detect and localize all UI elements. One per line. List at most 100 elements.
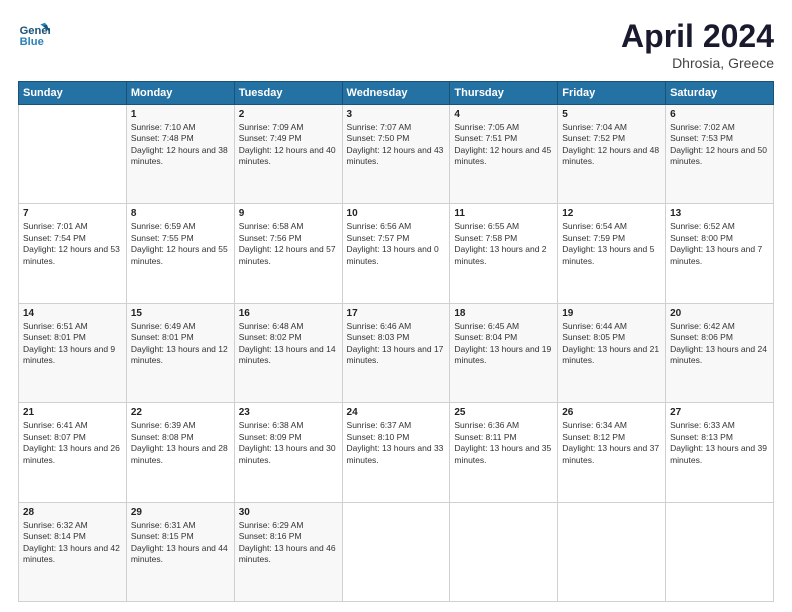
day-number: 3 xyxy=(347,109,446,120)
day-info: Sunrise: 7:07 AMSunset: 7:50 PMDaylight:… xyxy=(347,122,446,168)
calendar-cell: 21 Sunrise: 6:41 AMSunset: 8:07 PMDayligh… xyxy=(19,403,127,502)
column-header-thursday: Thursday xyxy=(450,82,558,105)
calendar-cell: 12 Sunrise: 6:54 AMSunset: 7:59 PMDayligh… xyxy=(558,204,666,303)
day-number: 17 xyxy=(347,308,446,319)
day-info: Sunrise: 7:02 AMSunset: 7:53 PMDaylight:… xyxy=(670,122,769,168)
calendar-cell: 9 Sunrise: 6:58 AMSunset: 7:56 PMDaylight… xyxy=(234,204,342,303)
day-info: Sunrise: 6:42 AMSunset: 8:06 PMDaylight:… xyxy=(670,321,769,367)
calendar-cell: 3 Sunrise: 7:07 AMSunset: 7:50 PMDaylight… xyxy=(342,105,450,204)
day-info: Sunrise: 6:38 AMSunset: 8:09 PMDaylight:… xyxy=(239,420,338,466)
day-number: 24 xyxy=(347,407,446,418)
day-number: 4 xyxy=(454,109,553,120)
day-info: Sunrise: 7:10 AMSunset: 7:48 PMDaylight:… xyxy=(131,122,230,168)
calendar-week-row: 7 Sunrise: 7:01 AMSunset: 7:54 PMDaylight… xyxy=(19,204,774,303)
column-header-tuesday: Tuesday xyxy=(234,82,342,105)
column-header-monday: Monday xyxy=(126,82,234,105)
column-header-saturday: Saturday xyxy=(666,82,774,105)
title-block: April 2024 Dhrosia, Greece xyxy=(621,18,774,71)
column-header-sunday: Sunday xyxy=(19,82,127,105)
svg-text:Blue: Blue xyxy=(20,36,44,48)
calendar-cell: 27 Sunrise: 6:33 AMSunset: 8:13 PMDayligh… xyxy=(666,403,774,502)
day-info: Sunrise: 6:46 AMSunset: 8:03 PMDaylight:… xyxy=(347,321,446,367)
day-number: 7 xyxy=(23,208,122,219)
calendar-cell xyxy=(19,105,127,204)
calendar-cell xyxy=(558,502,666,601)
calendar-cell: 19 Sunrise: 6:44 AMSunset: 8:05 PMDayligh… xyxy=(558,303,666,402)
day-info: Sunrise: 6:48 AMSunset: 8:02 PMDaylight:… xyxy=(239,321,338,367)
calendar-title: April 2024 xyxy=(621,18,774,55)
calendar-cell: 20 Sunrise: 6:42 AMSunset: 8:06 PMDayligh… xyxy=(666,303,774,402)
calendar-week-row: 21 Sunrise: 6:41 AMSunset: 8:07 PMDayligh… xyxy=(19,403,774,502)
day-number: 9 xyxy=(239,208,338,219)
day-number: 19 xyxy=(562,308,661,319)
day-number: 25 xyxy=(454,407,553,418)
day-info: Sunrise: 6:49 AMSunset: 8:01 PMDaylight:… xyxy=(131,321,230,367)
day-info: Sunrise: 6:54 AMSunset: 7:59 PMDaylight:… xyxy=(562,221,661,267)
calendar-header-row: SundayMondayTuesdayWednesdayThursdayFrid… xyxy=(19,82,774,105)
calendar-cell: 22 Sunrise: 6:39 AMSunset: 8:08 PMDayligh… xyxy=(126,403,234,502)
calendar-cell: 15 Sunrise: 6:49 AMSunset: 8:01 PMDayligh… xyxy=(126,303,234,402)
calendar-table: SundayMondayTuesdayWednesdayThursdayFrid… xyxy=(18,81,774,602)
page-header: General Blue April 2024 Dhrosia, Greece xyxy=(18,18,774,71)
day-number: 16 xyxy=(239,308,338,319)
calendar-cell xyxy=(342,502,450,601)
calendar-cell: 24Sunrise: 6:37 AMSunset: 8:10 PMDayligh… xyxy=(342,403,450,502)
day-info: Sunrise: 6:33 AMSunset: 8:13 PMDaylight:… xyxy=(670,420,769,466)
day-number: 21 xyxy=(23,407,122,418)
day-info: Sunrise: 6:31 AMSunset: 8:15 PMDaylight:… xyxy=(131,520,230,566)
day-number: 6 xyxy=(670,109,769,120)
calendar-cell: 30 Sunrise: 6:29 AMSunset: 8:16 PMDayligh… xyxy=(234,502,342,601)
day-number: 2 xyxy=(239,109,338,120)
calendar-cell: 14 Sunrise: 6:51 AMSunset: 8:01 PMDayligh… xyxy=(19,303,127,402)
calendar-cell: 6 Sunrise: 7:02 AMSunset: 7:53 PMDaylight… xyxy=(666,105,774,204)
day-number: 26 xyxy=(562,407,661,418)
day-number: 28 xyxy=(23,507,122,518)
day-number: 13 xyxy=(670,208,769,219)
day-number: 12 xyxy=(562,208,661,219)
calendar-week-row: 1 Sunrise: 7:10 AMSunset: 7:48 PMDaylight… xyxy=(19,105,774,204)
day-number: 5 xyxy=(562,109,661,120)
column-header-wednesday: Wednesday xyxy=(342,82,450,105)
day-info: Sunrise: 7:01 AMSunset: 7:54 PMDaylight:… xyxy=(23,221,122,267)
calendar-cell: 2 Sunrise: 7:09 AMSunset: 7:49 PMDaylight… xyxy=(234,105,342,204)
calendar-cell: 4 Sunrise: 7:05 AMSunset: 7:51 PMDaylight… xyxy=(450,105,558,204)
day-number: 22 xyxy=(131,407,230,418)
day-number: 14 xyxy=(23,308,122,319)
calendar-cell: 5 Sunrise: 7:04 AMSunset: 7:52 PMDaylight… xyxy=(558,105,666,204)
day-info: Sunrise: 6:45 AMSunset: 8:04 PMDaylight:… xyxy=(454,321,553,367)
day-info: Sunrise: 6:52 AMSunset: 8:00 PMDaylight:… xyxy=(670,221,769,267)
day-info: Sunrise: 6:29 AMSunset: 8:16 PMDaylight:… xyxy=(239,520,338,566)
calendar-cell: 18Sunrise: 6:45 AMSunset: 8:04 PMDayligh… xyxy=(450,303,558,402)
calendar-cell xyxy=(450,502,558,601)
logo: General Blue xyxy=(18,18,50,50)
day-info: Sunrise: 6:34 AMSunset: 8:12 PMDaylight:… xyxy=(562,420,661,466)
calendar-cell: 26 Sunrise: 6:34 AMSunset: 8:12 PMDayligh… xyxy=(558,403,666,502)
day-number: 23 xyxy=(239,407,338,418)
calendar-cell: 8Sunrise: 6:59 AMSunset: 7:55 PMDaylight… xyxy=(126,204,234,303)
day-info: Sunrise: 7:04 AMSunset: 7:52 PMDaylight:… xyxy=(562,122,661,168)
day-number: 10 xyxy=(347,208,446,219)
day-number: 29 xyxy=(131,507,230,518)
calendar-cell: 13 Sunrise: 6:52 AMSunset: 8:00 PMDayligh… xyxy=(666,204,774,303)
day-info: Sunrise: 6:41 AMSunset: 8:07 PMDaylight:… xyxy=(23,420,122,466)
calendar-cell: 29 Sunrise: 6:31 AMSunset: 8:15 PMDayligh… xyxy=(126,502,234,601)
day-info: Sunrise: 7:05 AMSunset: 7:51 PMDaylight:… xyxy=(454,122,553,168)
day-info: Sunrise: 6:58 AMSunset: 7:56 PMDaylight:… xyxy=(239,221,338,267)
day-info: Sunrise: 6:44 AMSunset: 8:05 PMDaylight:… xyxy=(562,321,661,367)
calendar-subtitle: Dhrosia, Greece xyxy=(621,55,774,71)
day-info: Sunrise: 6:51 AMSunset: 8:01 PMDaylight:… xyxy=(23,321,122,367)
calendar-cell: 25Sunrise: 6:36 AMSunset: 8:11 PMDayligh… xyxy=(450,403,558,502)
day-number: 8 xyxy=(131,208,230,219)
day-number: 27 xyxy=(670,407,769,418)
day-info: Sunrise: 6:55 AMSunset: 7:58 PMDaylight:… xyxy=(454,221,553,267)
day-info: Sunrise: 7:09 AMSunset: 7:49 PMDaylight:… xyxy=(239,122,338,168)
calendar-cell: 1 Sunrise: 7:10 AMSunset: 7:48 PMDaylight… xyxy=(126,105,234,204)
day-number: 15 xyxy=(131,308,230,319)
calendar-cell: 10Sunrise: 6:56 AMSunset: 7:57 PMDayligh… xyxy=(342,204,450,303)
day-number: 30 xyxy=(239,507,338,518)
day-number: 20 xyxy=(670,308,769,319)
calendar-cell: 17 Sunrise: 6:46 AMSunset: 8:03 PMDayligh… xyxy=(342,303,450,402)
day-info: Sunrise: 6:39 AMSunset: 8:08 PMDaylight:… xyxy=(131,420,230,466)
calendar-week-row: 28Sunrise: 6:32 AMSunset: 8:14 PMDayligh… xyxy=(19,502,774,601)
day-number: 1 xyxy=(131,109,230,120)
